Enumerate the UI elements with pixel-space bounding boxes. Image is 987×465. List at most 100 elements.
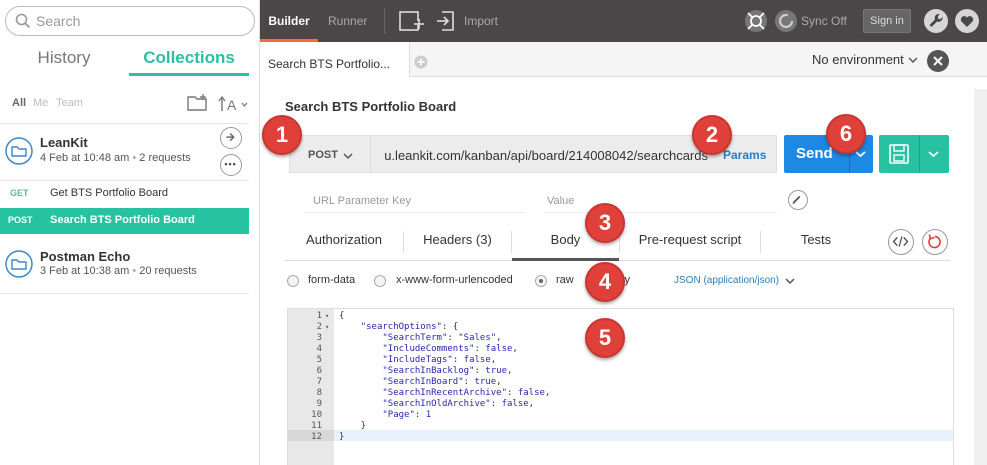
line-number: 10 [311,410,322,420]
tab-pre-request-script[interactable]: Pre-request script [620,223,760,261]
fold-arrow-icon[interactable]: ▾ [325,322,329,333]
filter-all[interactable]: All [12,97,26,109]
code-text: "SearchTerm": "Sales", [382,333,502,343]
environment-select[interactable]: No environment [812,52,904,67]
chevron-down-icon[interactable] [785,278,795,285]
sync-status: Sync Off [801,14,847,28]
code-text: } [339,421,367,431]
params-button[interactable]: Params [723,148,766,162]
folder-icon [5,250,33,278]
url-input[interactable] [378,147,708,163]
import-button[interactable]: Import [464,14,498,28]
label-raw: raw [556,274,574,286]
tab-collections[interactable]: Collections [129,44,249,76]
code-line: 1 ▾ { [288,311,953,322]
filter-team[interactable]: Team [56,97,83,109]
sort-icon[interactable]: A [218,94,250,114]
line-number: 11 [311,421,322,431]
import-icon[interactable] [436,10,456,32]
radio-raw[interactable] [535,275,547,287]
scrollbar[interactable] [974,89,987,465]
line-number: 5 [316,355,322,365]
request-name: Get BTS Portfolio Board [50,187,168,199]
line-number: 2 [316,322,322,332]
collection-postman-echo[interactable]: Postman Echo 3 Feb at 10:38 am • 20 requ… [0,236,249,294]
chevron-down-icon[interactable] [928,150,939,158]
collection-count: 20 requests [139,265,197,277]
request-tab[interactable]: Search BTS Portfolio... [260,42,410,78]
fold-arrow-icon[interactable]: ▾ [325,311,329,322]
callout-4: 4 [585,262,625,302]
sidebar-tabs: History Collections [0,44,260,76]
request-name: Search BTS Portfolio Board [50,214,195,226]
code-line: 6 "SearchInBacklog": true, [288,366,953,377]
request-search-bts-portfolio-board[interactable]: POST Search BTS Portfolio Board [0,208,249,234]
collection-options-button[interactable] [220,154,242,176]
sync-icon[interactable] [774,9,798,33]
param-value-input[interactable] [545,189,777,213]
sign-in-button[interactable]: Sign in [863,9,911,33]
heart-icon [960,16,974,27]
line-number: 9 [316,399,322,409]
radio-urlencoded[interactable] [374,275,386,287]
chevron-down-icon[interactable] [343,152,353,160]
open-collection-button[interactable] [220,127,242,149]
tab-builder[interactable]: Builder [260,0,318,42]
tab-authorization[interactable]: Authorization [285,223,403,261]
line-number: 1 [316,311,322,321]
url-divider [370,136,371,174]
favorite-button[interactable] [955,9,979,33]
request-method: POST [8,215,33,225]
code-line: 8 "SearchInRecentArchive": false, [288,388,953,399]
reset-button[interactable] [922,229,948,255]
tab-tests[interactable]: Tests [761,223,871,261]
tab-headers[interactable]: Headers (3) [404,223,511,261]
callout-1: 1 [262,115,302,155]
collection-leankit[interactable]: LeanKit 4 Feb at 10:48 am • 2 requests [0,123,249,181]
new-collection-icon[interactable] [186,93,210,113]
label-form-data: form-data [308,274,356,286]
request-method: GET [10,188,29,198]
method-select[interactable]: POST [308,149,338,161]
top-toolbar: Builder Runner Import Sync Off Sign in [260,0,987,42]
radio-form-data[interactable] [287,275,299,287]
new-window-icon[interactable] [398,9,424,33]
code-text: "SearchInBoard": true, [382,377,502,387]
save-button[interactable] [879,135,949,173]
code-text: "Page": 1 [382,410,432,420]
label-urlencoded: x-www-form-urlencoded [396,274,513,286]
chevron-down-icon[interactable] [855,150,866,158]
interceptor-icon[interactable] [744,9,768,33]
line-number: 12 [311,432,322,442]
request-get-bts-portfolio-board[interactable]: GET Get BTS Portfolio Board [0,183,249,205]
page-title: Search BTS Portfolio Board [285,99,457,114]
filter-me[interactable]: Me [33,97,48,109]
collection-meta: 3 Feb at 10:38 am • 20 requests [40,265,197,277]
code-text: "SearchInBacklog": true, [382,366,513,376]
code-line: 5 "IncludeTags": false, [288,355,953,366]
code-text: "SearchInRecentArchive": false, [382,388,551,398]
add-tab-icon[interactable] [414,55,428,69]
arrow-right-icon [226,132,235,142]
chevron-down-icon[interactable] [908,56,918,64]
manage-environments-button[interactable] [927,50,949,72]
search-input[interactable] [36,12,246,30]
line-number: 8 [316,388,322,398]
callout-6: 6 [826,114,866,154]
save-icon [889,144,909,164]
tab-runner[interactable]: Runner [328,0,367,42]
code-line: 7 "SearchInBoard": true, [288,377,953,388]
param-key-input[interactable] [305,189,525,213]
tab-history[interactable]: History [0,44,128,76]
line-number: 7 [316,377,322,387]
generate-code-button[interactable] [888,229,914,255]
line-number: 6 [316,366,322,376]
collection-count: 2 requests [139,152,191,164]
collection-meta: 4 Feb at 10:48 am • 2 requests [40,152,191,164]
content-type-select[interactable]: JSON (application/json) [674,275,779,286]
sidebar: History Collections All Me Team A LeanKi… [0,0,260,465]
settings-button[interactable] [924,9,948,33]
code-text: "IncludeComments": false, [382,344,518,354]
bulk-edit-button[interactable] [788,190,808,210]
callout-2: 2 [692,115,732,155]
